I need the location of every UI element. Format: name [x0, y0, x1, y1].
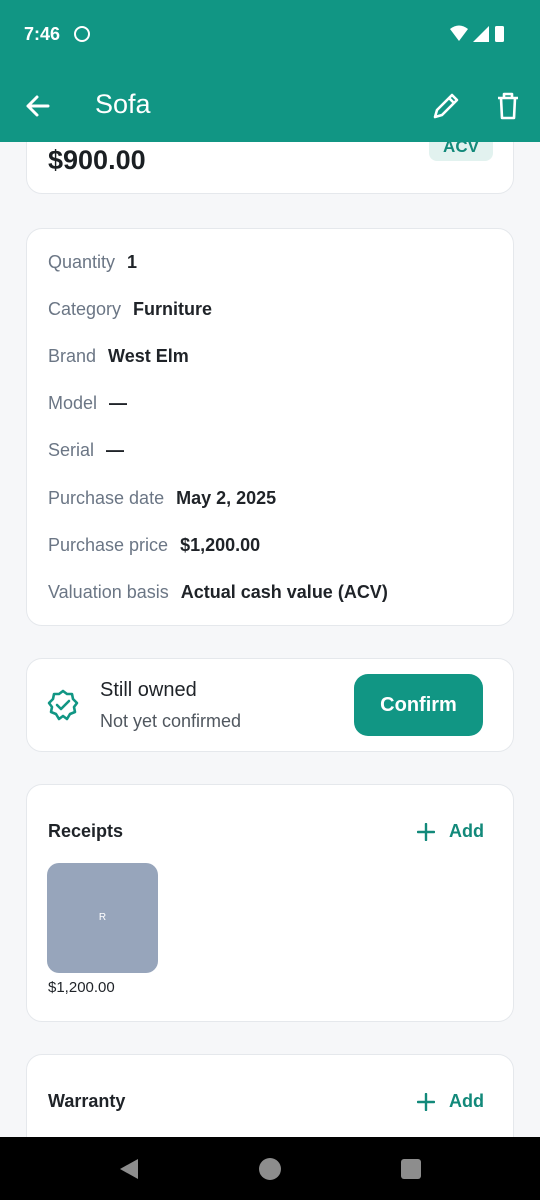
edit-pencil-icon[interactable]	[428, 88, 464, 124]
detail-row-model: Model —	[48, 390, 127, 416]
detail-value: —	[109, 393, 128, 413]
app-bar: Sofa	[0, 70, 540, 142]
ownership-card: Still owned Not yet confirmed Confirm	[26, 658, 514, 752]
delete-trash-icon[interactable]	[490, 88, 526, 124]
status-bar: 7:46	[0, 0, 540, 70]
detail-value: —	[106, 440, 125, 460]
detail-value: $1,200.00	[180, 535, 261, 555]
ownership-subtitle: Not yet confirmed	[100, 711, 242, 731]
detail-value: Furniture	[133, 299, 213, 319]
signal-icon	[473, 26, 489, 42]
sync-icon	[74, 26, 90, 42]
detail-row-serial: Serial —	[48, 437, 124, 463]
nav-recents-icon[interactable]	[401, 1159, 421, 1179]
detail-label: Category	[48, 299, 122, 319]
status-time: 7:46	[24, 24, 61, 44]
ownership-title: Still owned	[100, 679, 197, 701]
detail-value: 1	[127, 252, 138, 272]
navigation-bar	[0, 1137, 540, 1200]
detail-value: West Elm	[108, 346, 189, 366]
detail-row-purchase-date: Purchase date May 2, 2025	[48, 485, 276, 511]
receipts-card: Receipts Add R $1,200.00	[26, 784, 514, 1022]
receipt-amount: $1,200.00	[48, 979, 115, 996]
confirm-button[interactable]: Confirm	[354, 674, 483, 736]
battery-icon	[495, 26, 504, 42]
warranty-card: Warranty Add	[26, 1054, 514, 1137]
plus-icon	[417, 1093, 435, 1111]
add-receipt-button[interactable]: Add	[417, 819, 497, 847]
detail-label: Serial	[48, 440, 95, 460]
detail-row-quantity: Quantity 1	[48, 249, 137, 275]
plus-icon	[417, 823, 435, 841]
nav-back-icon[interactable]	[117, 1157, 141, 1181]
detail-label: Purchase price	[48, 535, 169, 555]
detail-row-brand: Brand West Elm	[48, 343, 189, 369]
detail-value: May 2, 2025	[176, 488, 277, 508]
detail-value: Actual cash value (ACV)	[180, 582, 388, 602]
add-label: Add	[449, 821, 484, 841]
detail-row-category: Category Furniture	[48, 296, 212, 322]
valuation-badge: ACV	[429, 142, 493, 161]
add-warranty-button[interactable]: Add	[417, 1089, 497, 1117]
detail-label: Brand	[48, 346, 97, 366]
verified-badge-icon	[47, 689, 79, 721]
page-title: Sofa	[95, 89, 151, 119]
details-card: Quantity 1 Category Furniture Brand West El…	[26, 228, 514, 626]
wifi-icon	[450, 25, 468, 41]
detail-row-purchase-price: Purchase price $1,200.00	[48, 532, 260, 558]
receipt-thumbnail[interactable]: R	[47, 863, 158, 973]
detail-label: Valuation basis	[48, 582, 169, 602]
detail-label: Purchase date	[48, 488, 165, 508]
status-icons	[450, 25, 504, 42]
receipts-title: Receipts	[48, 821, 124, 841]
value-card: $900.00 ACV	[26, 142, 514, 194]
detail-label: Model	[48, 393, 98, 413]
detail-label: Quantity	[48, 252, 116, 272]
warranty-title: Warranty	[48, 1091, 126, 1111]
nav-home-icon[interactable]	[259, 1158, 281, 1180]
detail-row-valuation-basis: Valuation basis Actual cash value (ACV)	[48, 579, 388, 605]
back-arrow-icon[interactable]	[20, 88, 56, 124]
current-value: $900.00	[48, 145, 146, 175]
add-label: Add	[449, 1091, 484, 1111]
scroll-content[interactable]: $900.00 ACV Quantity 1 Category Furniture …	[0, 142, 540, 1137]
